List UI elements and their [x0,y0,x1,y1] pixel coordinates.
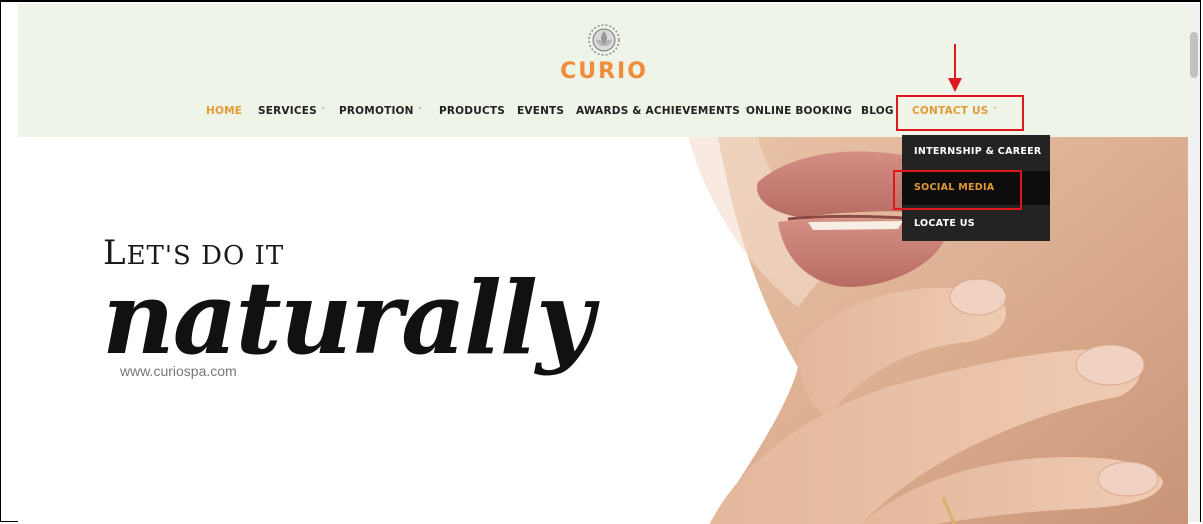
scrollbar-thumb[interactable] [1190,32,1198,78]
nav-blog-label: BLOG [861,105,894,117]
brand-name: CURIO [560,59,648,84]
nav-awards-label: AWARDS & ACHIEVEMENTS [576,105,741,117]
annotation-box-contact-us [896,95,1024,131]
hero-script-word: naturally [102,259,594,377]
hero-url: www.curiospa.com [120,363,237,379]
nav-home[interactable]: HOME [206,105,242,117]
nav-events[interactable]: EVENTS [517,105,564,117]
browser-viewport: CURIO HOME SERVICES ˅ PROMOTION ˅ PRODUCTS… [18,4,1188,524]
nav-online-booking[interactable]: ONLINE BOOKING [746,105,852,117]
brand-logo[interactable]: CURIO [554,22,654,84]
nav-online-booking-label: ONLINE BOOKING [746,105,853,117]
nav-services-label: SERVICES [258,105,317,117]
vertical-scrollbar[interactable] [1188,4,1200,522]
nav-events-label: EVENTS [517,105,565,117]
chevron-down-icon: ˅ [417,107,423,117]
lotus-logo-icon [588,24,620,56]
nav-products[interactable]: PRODUCTS [439,105,505,117]
nav-promotion[interactable]: PROMOTION ˅ [339,105,422,117]
nav-blog[interactable]: BLOG [861,105,894,117]
nav-products-label: PRODUCTS [439,105,505,117]
nav-awards[interactable]: AWARDS & ACHIEVEMENTS ˅ [576,105,749,117]
chevron-down-icon: ˅ [320,107,326,117]
nav-services[interactable]: SERVICES ˅ [258,105,326,117]
nav-home-label: HOME [206,105,243,117]
annotation-box-social-media [893,170,1022,210]
dropdown-item-internship-career[interactable]: INTERNSHIP & CAREER [902,135,1050,169]
dropdown-item-locate-us[interactable]: LOCATE US [902,207,1050,241]
nav-promotion-label: PROMOTION [339,105,414,117]
down-arrow-annotation-icon [948,44,962,92]
